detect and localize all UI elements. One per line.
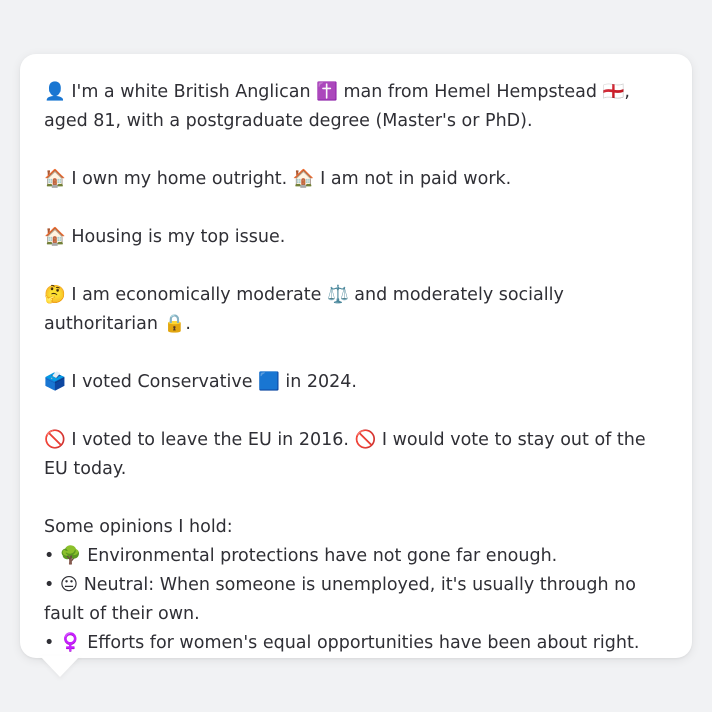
opinion-item: • ♀️ Efforts for women's equal opportuni… <box>44 633 640 653</box>
opinions-list: • 🌳 Environmental protections have not g… <box>44 542 668 658</box>
housing-status: 🏠 I own my home outright. 🏠 I am not in … <box>44 169 512 189</box>
vote-2024: 🗳️ I voted Conservative 🟦 in 2024. <box>44 372 357 392</box>
ideology: 🤔 I am economically moderate ⚖️ and mode… <box>44 285 570 334</box>
bubble-tail <box>40 656 80 677</box>
top-issue: 🏠 Housing is my top issue. <box>44 227 286 247</box>
persona-intro: 👤 I'm a white British Anglican ✝️ man fr… <box>44 82 636 131</box>
persona-message-bubble: 👤 I'm a white British Anglican ✝️ man fr… <box>20 54 692 658</box>
opinions-heading: Some opinions I hold: <box>44 517 233 537</box>
opinion-item: • 😐 Neutral: When someone is unemployed,… <box>44 575 636 624</box>
opinion-item: • 🌳 Environmental protections have not g… <box>44 546 558 566</box>
eu-vote: 🚫 I voted to leave the EU in 2016. 🚫 I w… <box>44 430 652 479</box>
